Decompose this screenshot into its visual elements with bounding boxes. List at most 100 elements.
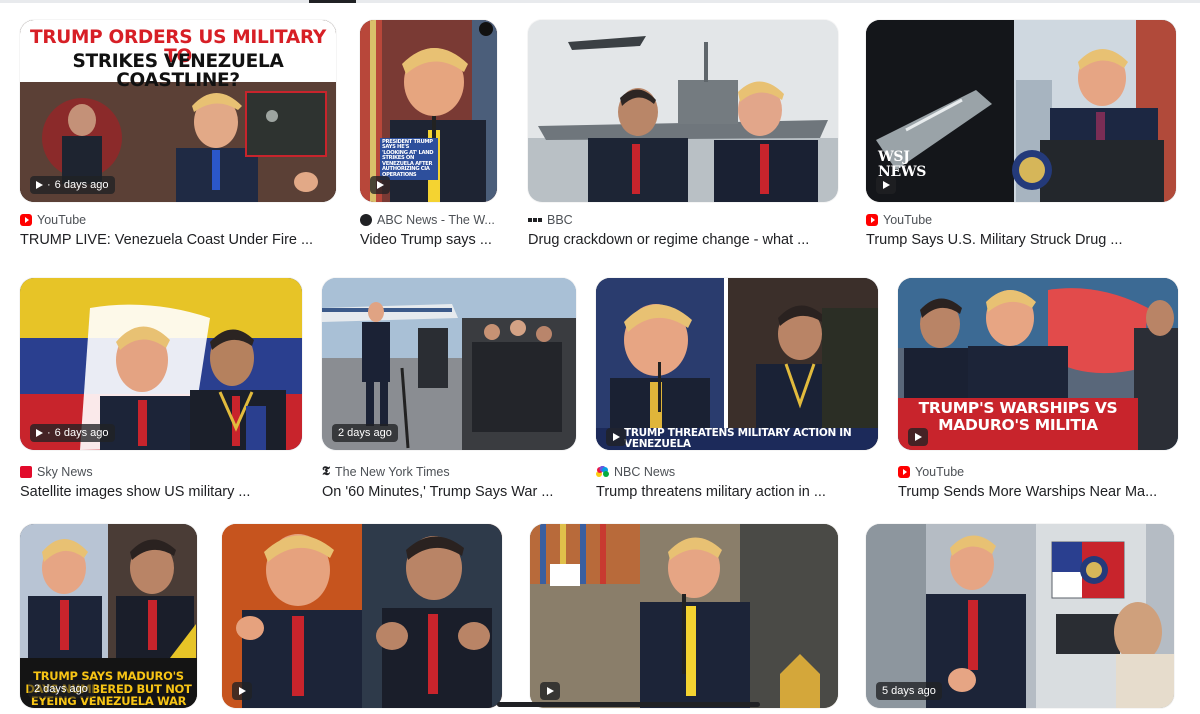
active-tab-indicator (309, 0, 356, 3)
abc-news-icon (360, 214, 372, 226)
video-thumbnail[interactable]: WSJ NEWS (866, 20, 1176, 202)
thumbnail-watermark: WSJ NEWS (878, 149, 927, 180)
source-line[interactable]: BBC (528, 212, 838, 228)
play-icon (36, 181, 43, 189)
youtube-icon (866, 214, 878, 226)
upload-age: 5 days ago (882, 685, 936, 697)
source-line[interactable]: NBC News (596, 464, 878, 480)
video-play-badge (876, 176, 896, 194)
result-title[interactable]: On '60 Minutes,' Trump Says War ... (322, 484, 576, 500)
upload-age-badge: 2 days ago (332, 424, 398, 442)
thumbnail-caption: PRESIDENT TRUMP SAYS HE'S 'LOOKING AT' L… (380, 138, 438, 181)
image-result-card[interactable]: 2 days ago 𝕿 The New York Times On '60 M… (322, 278, 576, 500)
result-title[interactable]: Trump Sends More Warships Near Ma... (898, 484, 1178, 500)
source-name: YouTube (915, 465, 965, 479)
source-name: ABC News - The W... (377, 213, 495, 227)
image-thumbnail[interactable] (528, 20, 838, 202)
play-icon (238, 687, 246, 695)
video-result-card[interactable]: PRESIDENT TRUMP SAYS HE'S 'LOOKING AT' L… (360, 20, 497, 248)
result-meta: 𝕿 The New York Times On '60 Minutes,' Tr… (322, 464, 576, 500)
source-name: YouTube (37, 213, 87, 227)
video-thumbnail[interactable]: TRUMP THREATENS MILITARY ACTION IN VENEZ… (596, 278, 878, 450)
thumbnail-headline-line: STRIKES VENEZUELA COASTLINE? (72, 51, 284, 92)
video-thumbnail[interactable]: PRESIDENT TRUMP SAYS HE'S 'LOOKING AT' L… (360, 20, 497, 202)
video-play-badge (606, 428, 626, 446)
upload-age-badge: 2 days ago (28, 680, 94, 698)
result-title[interactable]: Satellite images show US military ... (20, 484, 302, 500)
source-name: The New York Times (334, 465, 450, 479)
video-result-card[interactable] (530, 524, 838, 708)
image-result-card[interactable]: BBC Drug crackdown or regime change - wh… (528, 20, 838, 248)
video-thumbnail[interactable] (530, 524, 838, 708)
video-result-card[interactable] (222, 524, 502, 708)
source-name: BBC (547, 213, 573, 227)
thumbnail-image (596, 278, 878, 450)
play-icon (882, 181, 890, 189)
result-meta: ABC News - The W... Video Trump says ... (360, 212, 497, 248)
upload-age-badge: 5 days ago (876, 682, 942, 700)
result-title[interactable]: TRUMP LIVE: Venezuela Coast Under Fire .… (20, 232, 336, 248)
image-thumbnail[interactable]: 5 days ago (866, 524, 1174, 708)
video-play-badge (908, 428, 928, 446)
video-result-card[interactable]: TRUMP THREATENS MILITARY ACTION IN VENEZ… (596, 278, 878, 500)
badge-separator: · (47, 427, 51, 439)
result-title[interactable]: Trump Says U.S. Military Struck Drug ... (866, 232, 1176, 248)
result-meta: NBC News Trump threatens military action… (596, 464, 878, 500)
video-play-badge (370, 176, 390, 194)
video-thumbnail[interactable]: TRUMP ORDERS US MILITARY TO STRIKES VENE… (20, 20, 336, 202)
play-icon (914, 433, 922, 441)
result-meta: YouTube Trump Says U.S. Military Struck … (866, 212, 1176, 248)
play-icon (36, 429, 43, 437)
result-meta: YouTube TRUMP LIVE: Venezuela Coast Unde… (20, 212, 336, 248)
video-result-card[interactable]: TRUMP ORDERS US MILITARY TO STRIKES VENE… (20, 20, 336, 248)
video-thumbnail[interactable]: TRUMP SAYS MADURO'S DAYS NUMBERED BUT NO… (20, 524, 197, 708)
result-meta: BBC Drug crackdown or regime change - wh… (528, 212, 838, 248)
upload-age: 6 days ago (54, 179, 109, 191)
video-result-card[interactable]: · 6 days ago Sky News Satellite images s… (20, 278, 302, 500)
youtube-icon (20, 214, 32, 226)
source-line[interactable]: YouTube (20, 212, 336, 228)
nbc-icon (596, 465, 609, 478)
video-play-badge (540, 682, 560, 700)
badge-separator: · (47, 179, 51, 191)
sky-news-icon (20, 466, 32, 478)
thumbnail-image (866, 524, 1174, 708)
horizontal-scrollbar-thumb[interactable] (497, 702, 760, 707)
play-icon (612, 433, 620, 441)
video-result-card[interactable]: TRUMP'S WARSHIPS VS MADURO'S MILITIA You… (898, 278, 1178, 500)
thumbnail-image (222, 524, 502, 708)
video-thumbnail[interactable] (222, 524, 502, 708)
source-name: YouTube (883, 213, 933, 227)
result-title[interactable]: Video Trump says ... (360, 232, 497, 248)
video-duration-badge: · 6 days ago (30, 176, 115, 194)
play-icon (376, 181, 384, 189)
youtube-icon (898, 466, 910, 478)
source-name: Sky News (37, 465, 93, 479)
nyt-icon: 𝕿 (322, 464, 330, 479)
video-thumbnail[interactable]: TRUMP'S WARSHIPS VS MADURO'S MILITIA (898, 278, 1178, 450)
image-thumbnail[interactable]: 2 days ago (322, 278, 576, 450)
bbc-icon (528, 214, 542, 226)
video-play-badge (232, 682, 252, 700)
play-icon (546, 687, 554, 695)
source-line[interactable]: 𝕿 The New York Times (322, 464, 576, 480)
result-meta: Sky News Satellite images show US milita… (20, 464, 302, 500)
thumbnail-headline: TRUMP'S WARSHIPS VS MADURO'S MILITIA (918, 399, 1118, 435)
thumbnail-lower-third: TRUMP THREATENS MILITARY ACTION IN VENEZ… (624, 426, 852, 450)
result-title[interactable]: Drug crackdown or regime change - what .… (528, 232, 838, 248)
source-line[interactable]: YouTube (898, 464, 1178, 480)
source-name: NBC News (614, 465, 676, 479)
thumbnail-image (528, 20, 838, 202)
video-thumbnail[interactable]: · 6 days ago (20, 278, 302, 450)
result-meta: YouTube Trump Sends More Warships Near M… (898, 464, 1178, 500)
image-result-card[interactable]: 5 days ago (866, 524, 1174, 708)
nbc-peacock-glyph (596, 465, 609, 477)
upload-age: 6 days ago (54, 427, 109, 439)
source-line[interactable]: ABC News - The W... (360, 212, 497, 228)
video-result-card[interactable]: TRUMP SAYS MADURO'S DAYS NUMBERED BUT NO… (20, 524, 197, 708)
upload-age: 2 days ago (34, 683, 88, 695)
result-title[interactable]: Trump threatens military action in ... (596, 484, 878, 500)
video-result-card[interactable]: WSJ NEWS YouTube Trump Says U.S. Militar… (866, 20, 1176, 248)
source-line[interactable]: YouTube (866, 212, 1176, 228)
source-line[interactable]: Sky News (20, 464, 302, 480)
